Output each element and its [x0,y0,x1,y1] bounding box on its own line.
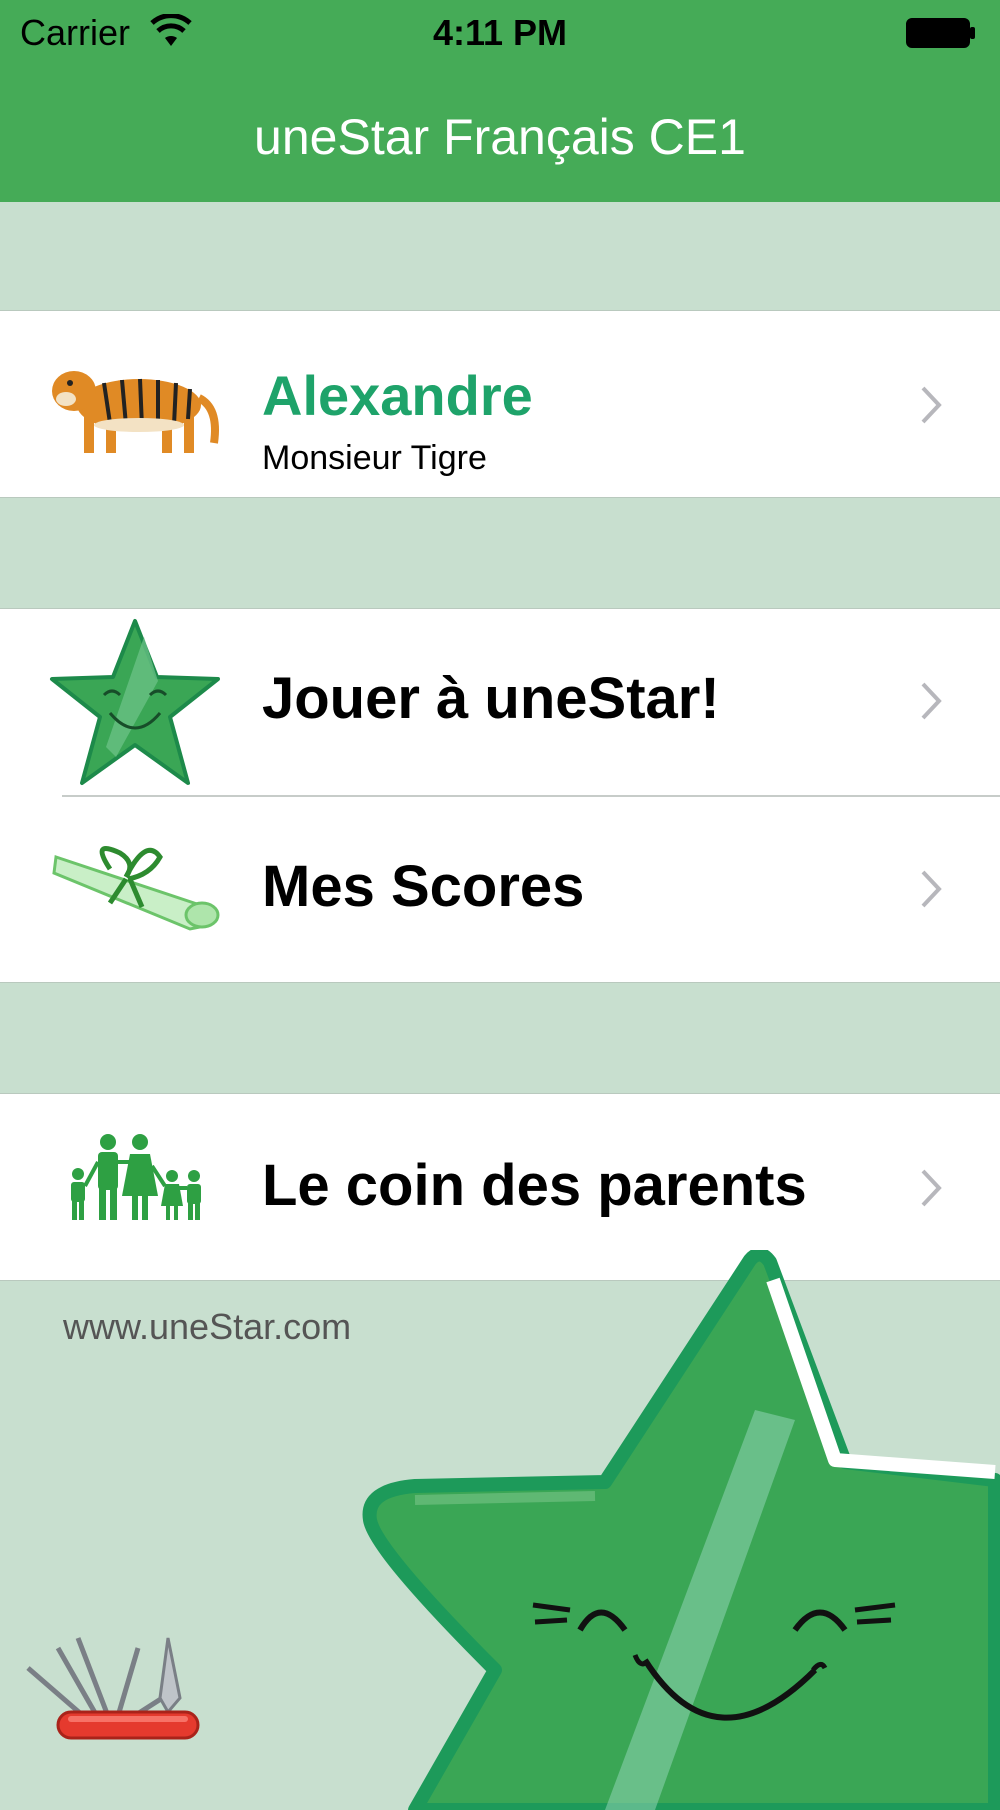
diploma-icon [52,846,220,931]
star-icon [50,619,220,785]
star-mascot-icon [362,1250,1000,1810]
chevron-right-icon [921,870,942,908]
profile-name: Alexandre [262,364,533,427]
profile-subtitle: Monsieur Tigre [262,439,487,477]
page-title: uneStar Français CE1 [254,109,746,165]
chevron-right-icon [921,386,942,424]
swiss-army-knife-icon[interactable] [18,1628,218,1758]
family-icon [71,1134,201,1220]
play-label: Jouer à uneStar! [262,666,720,731]
menu-group-play-scores: Jouer à uneStar! Mes Scores [0,608,1000,983]
parents-label: Le coin des parents [262,1153,807,1218]
battery-icon [906,18,975,48]
status-bar: Carrier 4:11 PM [0,0,1000,68]
navigation-bar: uneStar Français CE1 [0,68,1000,202]
website-link[interactable]: www.uneStar.com [63,1306,351,1348]
tiger-icon [52,371,219,453]
row-divider [62,795,1000,797]
chevron-right-icon [921,682,942,720]
play-row[interactable]: Jouer à uneStar! [0,609,1000,795]
scores-row[interactable]: Mes Scores [0,797,1000,983]
profile-row[interactable]: Alexandre Monsieur Tigre [0,310,1000,498]
status-time: 4:11 PM [432,12,568,53]
chevron-right-icon [921,1169,942,1207]
scores-label: Mes Scores [262,854,585,919]
